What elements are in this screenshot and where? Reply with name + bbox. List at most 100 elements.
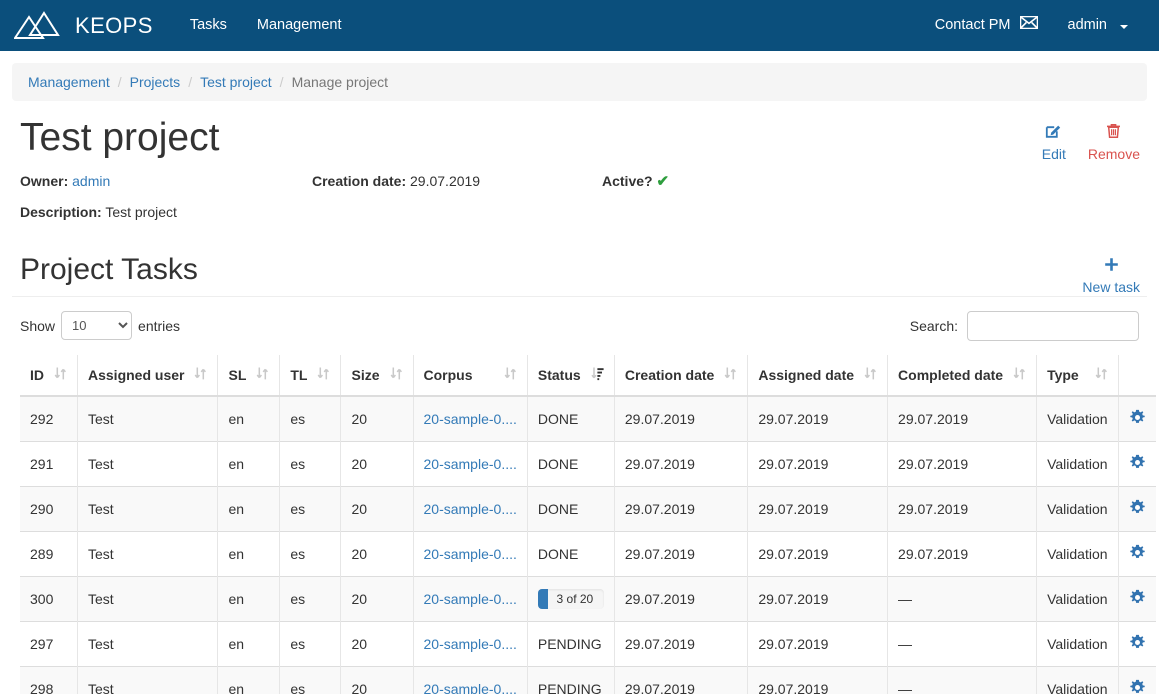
user-menu-admin[interactable]: admin [1053,0,1144,51]
sort-icon-active-desc [591,366,604,384]
table-row: 291 Test en es 20 20-sample-0.... DONE 29.07.20… [20,440,1156,487]
cell-size: 20 [340,575,414,622]
col-label: Type [1047,366,1079,383]
col-header-status[interactable]: Status [527,354,615,397]
new-task-button[interactable]: New task [1082,257,1140,297]
project-tasks-section: Project Tasks New task [12,253,1147,297]
cell-tl: es [279,575,342,622]
cell-assigned-date: 29.07.2019 [747,620,889,667]
cell-type: Validation [1036,665,1119,694]
gear-icon[interactable] [1129,499,1146,520]
gear-icon[interactable] [1129,544,1146,565]
cell-corpus: 20-sample-0.... [413,575,528,622]
project-active-flag: Active? ✔ [602,170,669,193]
project-owner: Owner: admin [20,170,312,193]
cell-assigned-user: Test [77,440,219,487]
cell-sl: en [217,530,281,577]
col-header-size[interactable]: Size [340,354,414,397]
cell-id: 298 [20,665,78,694]
cell-completed-date: 29.07.2019 [887,440,1038,487]
col-header-assigned-user[interactable]: Assigned user [77,354,219,397]
sort-icon [1095,366,1108,384]
cell-tl: es [279,620,342,667]
project-actions: Edit Remove [1042,123,1140,164]
cell-creation-date: 29.07.2019 [614,665,749,694]
active-label: Active? [602,172,653,189]
remove-project-button[interactable]: Remove [1088,123,1140,164]
cell-type: Validation [1036,485,1119,532]
cell-completed-date: 29.07.2019 [887,485,1038,532]
corpus-link[interactable]: 20-sample-0.... [424,591,517,607]
page-length-select[interactable]: 10 [61,311,133,341]
cell-actions [1118,530,1156,577]
brand-home-link[interactable]: KEOPS [13,9,153,43]
breadcrumb-separator: / [188,74,193,90]
cell-assigned-user: Test [77,665,219,694]
col-header-assigned-date[interactable]: Assigned date [747,354,889,397]
cell-assigned-date: 29.07.2019 [747,395,889,442]
cell-status: DONE [527,440,615,487]
gear-icon[interactable] [1129,634,1146,655]
breadcrumb-link-projects[interactable]: Projects [130,74,181,90]
cell-tl: es [279,665,342,694]
col-header-completed-date[interactable]: Completed date [887,354,1038,397]
sort-icon [194,366,207,384]
col-header-id[interactable]: ID [20,354,78,397]
cell-completed-date: 29.07.2019 [887,530,1038,577]
sort-icon [317,366,330,384]
col-label: Assigned date [758,366,855,383]
corpus-link[interactable]: 20-sample-0.... [424,681,517,694]
owner-value-link[interactable]: admin [72,173,110,189]
gear-icon[interactable] [1129,589,1146,610]
breadcrumb-link-management[interactable]: Management [28,74,110,90]
cell-assigned-user: Test [77,620,219,667]
owner-label: Owner: [20,172,69,189]
gear-icon[interactable] [1129,409,1146,430]
cell-completed-date: — [887,620,1038,667]
corpus-link[interactable]: 20-sample-0.... [424,546,517,562]
col-label: Completed date [898,366,1004,383]
col-label: Creation date [624,366,715,383]
cell-corpus: 20-sample-0.... [413,665,528,694]
corpus-link[interactable]: 20-sample-0.... [424,456,517,472]
cell-tl: es [279,530,342,577]
cell-status: PENDING [527,620,615,667]
new-task-wrapper: New task [1082,257,1140,297]
tasks-table-head: ID Assigned user SL TL Size Corpus Statu… [20,354,1156,397]
col-header-actions [1118,354,1156,397]
cell-id: 297 [20,620,78,667]
col-header-tl[interactable]: TL [279,354,342,397]
col-label: ID [30,366,44,383]
gear-icon[interactable] [1129,454,1146,475]
cell-corpus: 20-sample-0.... [413,530,528,577]
nav-link-management[interactable]: Management [242,0,357,51]
datatable-controls: Show 10 entries Search: [12,297,1147,341]
cell-status: PENDING [527,665,615,694]
contact-pm-link[interactable]: Contact PM [920,0,1053,51]
tasks-table: ID Assigned user SL TL Size Corpus Statu… [20,354,1156,694]
col-header-type[interactable]: Type [1036,354,1119,397]
description-value: Test project [105,203,177,220]
col-label: Status [537,366,581,383]
cell-assigned-date: 29.07.2019 [747,665,889,694]
section-divider [12,295,1147,297]
cell-creation-date: 29.07.2019 [614,395,749,442]
corpus-link[interactable]: 20-sample-0.... [424,636,517,652]
table-row: 292 Test en es 20 20-sample-0.... DONE 29.07.20… [20,395,1156,442]
creation-date-label: Creation date: [312,172,407,189]
col-header-sl[interactable]: SL [217,354,281,397]
gear-icon[interactable] [1129,679,1146,694]
corpus-link[interactable]: 20-sample-0.... [424,501,517,517]
corpus-link[interactable]: 20-sample-0.... [424,411,517,427]
nav-link-tasks[interactable]: Tasks [175,0,242,51]
search-input[interactable] [967,310,1139,341]
breadcrumb-separator: / [117,74,122,90]
table-row: 300 Test en es 20 20-sample-0.... 3 of 20 29.07… [20,575,1156,622]
col-header-creation-date[interactable]: Creation date [614,354,749,397]
table-row: 289 Test en es 20 20-sample-0.... DONE 29.07.20… [20,530,1156,577]
breadcrumb-link-test-project[interactable]: Test project [200,74,272,90]
edit-project-button[interactable]: Edit [1042,123,1066,164]
col-header-corpus[interactable]: Corpus [413,354,528,397]
cell-creation-date: 29.07.2019 [614,485,749,532]
cell-tl: es [279,395,342,442]
